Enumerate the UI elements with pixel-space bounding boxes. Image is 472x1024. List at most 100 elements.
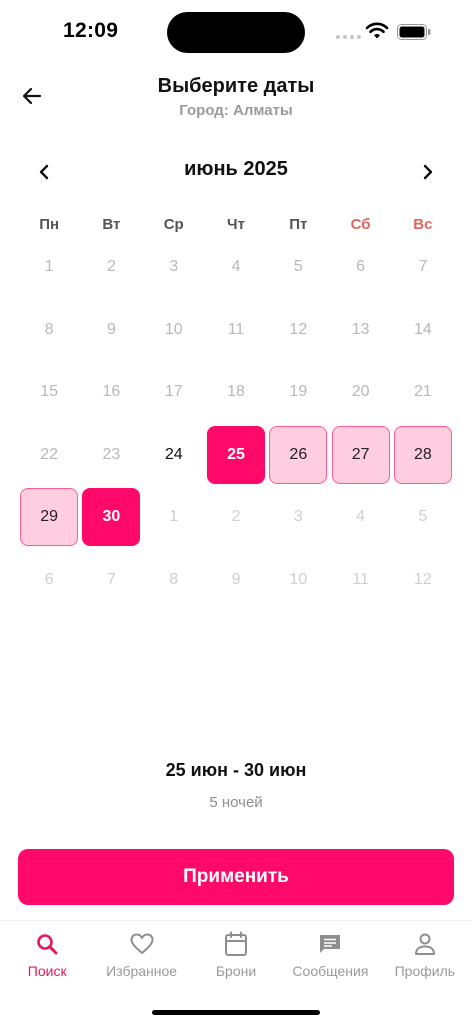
calendar-day-number: 10: [289, 570, 308, 588]
calendar-day: 9: [205, 549, 267, 612]
search-icon: [34, 931, 60, 957]
weekday-label: Вт: [102, 216, 121, 233]
weekday-label: Вс: [413, 216, 433, 233]
calendar-day-number: 25: [207, 425, 266, 484]
calendar-day-number: 3: [293, 508, 303, 526]
calendar-day: 7: [392, 236, 454, 299]
calendar-day-number: 28: [393, 425, 452, 484]
calendar-day[interactable]: 24: [143, 424, 205, 487]
calendar-day-number: 3: [169, 258, 179, 276]
tab-favorites[interactable]: Избранное: [94, 921, 188, 990]
calendar-icon: [223, 931, 249, 957]
calendar-day-number: 15: [40, 383, 59, 401]
calendar-day: 20: [329, 361, 391, 424]
tab-bookings[interactable]: Брони: [189, 921, 283, 990]
calendar-day: 23: [80, 424, 142, 487]
calendar-day-number: 21: [414, 383, 432, 401]
calendar-day: 11: [205, 299, 267, 362]
calendar-day: 19: [267, 361, 329, 424]
calendar-day: 14: [392, 299, 454, 362]
calendar-day-number: 26: [269, 425, 328, 484]
tab-profile[interactable]: Профиль: [378, 921, 472, 990]
calendar-day-number: 4: [231, 258, 241, 276]
calendar-day: 6: [18, 549, 80, 612]
calendar-day-number: 19: [289, 383, 308, 401]
calendar-day-number: 5: [418, 508, 428, 526]
apply-button[interactable]: Применить: [18, 849, 454, 905]
calendar-day-number: 2: [106, 258, 116, 276]
calendar-day: 9: [80, 299, 142, 362]
heart-icon: [129, 931, 155, 957]
calendar-day-number: 16: [102, 383, 121, 401]
weekday-label: Чт: [227, 216, 245, 233]
calendar-day[interactable]: 30: [80, 486, 142, 549]
calendar-day-number: 9: [106, 320, 116, 338]
selected-range: 25 июн - 30 июн: [165, 760, 307, 780]
calendar-day: 3: [143, 236, 205, 299]
calendar-day-number: 7: [106, 570, 116, 588]
calendar-day-number: 20: [351, 383, 370, 401]
calendar-day[interactable]: 25: [205, 424, 267, 487]
calendar-day: 17: [143, 361, 205, 424]
calendar-day-number: 12: [289, 320, 308, 338]
calendar-day: 15: [18, 361, 80, 424]
calendar-day-number: 5: [293, 258, 303, 276]
signal-icon: [336, 35, 361, 39]
calendar-day: 5: [392, 486, 454, 549]
calendar-day: 4: [205, 236, 267, 299]
status-bar: 12:09: [0, 0, 472, 60]
calendar-day-number: 8: [44, 320, 54, 338]
calendar-day-number: 23: [102, 445, 121, 463]
calendar-day-number: 30: [82, 488, 141, 547]
calendar-day-number: 11: [352, 570, 369, 588]
tab-search[interactable]: Поиск: [0, 921, 94, 990]
calendar-day-number: 8: [169, 570, 179, 588]
home-indicator: [152, 1010, 320, 1015]
calendar-day[interactable]: 28: [392, 424, 454, 487]
weekday-label: Пт: [289, 216, 308, 233]
calendar-day-number: 6: [356, 258, 366, 276]
calendar-day: 12: [267, 299, 329, 362]
calendar-day-number: 14: [414, 320, 432, 338]
page-subtitle: Город: Алматы: [179, 102, 293, 119]
tab-messages[interactable]: Сообщения: [283, 921, 377, 990]
next-month-button[interactable]: [416, 160, 440, 184]
calendar-day: 1: [143, 486, 205, 549]
person-icon: [412, 931, 438, 957]
weekday-label: Пн: [39, 216, 60, 233]
calendar-day: 21: [392, 361, 454, 424]
calendar-day: 18: [205, 361, 267, 424]
calendar-grid: 1 2 3 4 5 6 7 8 9 10 11 12 13 14 15 16 17 18 19 20 21 22 23 24 2…: [18, 236, 454, 611]
calendar-day[interactable]: 29: [18, 486, 80, 549]
battery-icon: [397, 24, 431, 40]
weekday-label: Ср: [163, 216, 184, 233]
month-title: июнь 2025: [184, 158, 288, 180]
calendar-day: 3: [267, 486, 329, 549]
calendar-day: 13: [329, 299, 391, 362]
calendar-day-number: 11: [227, 320, 245, 338]
weekday-label: Сб: [350, 216, 371, 233]
calendar-day-number: 2: [231, 508, 241, 526]
calendar-day: 5: [267, 236, 329, 299]
tab-label: Поиск: [27, 963, 67, 979]
status-time: 12:09: [63, 19, 119, 42]
tab-label: Сообщения: [292, 963, 369, 979]
tab-label: Брони: [215, 963, 257, 979]
calendar-day-number: 7: [418, 258, 428, 276]
tab-bar: Поиск Избранное Брони Сообщения Профиль: [0, 920, 472, 990]
wifi-icon: [365, 22, 389, 39]
calendar-day: 11: [329, 549, 391, 612]
calendar-day-number: 6: [44, 570, 54, 588]
nights-count: 5 ночей: [209, 794, 263, 811]
calendar-day[interactable]: 27: [329, 424, 391, 487]
calendar-day-number: 12: [414, 570, 432, 588]
calendar-day-number: 18: [227, 383, 245, 401]
tab-label: Профиль: [394, 963, 456, 979]
calendar-day[interactable]: 26: [267, 424, 329, 487]
calendar-day: 22: [18, 424, 80, 487]
calendar-day-number: 17: [164, 383, 183, 401]
tab-label: Избранное: [106, 963, 178, 979]
calendar-day-number: 4: [356, 508, 366, 526]
calendar-day-number: 24: [164, 445, 183, 463]
calendar-day: 12: [392, 549, 454, 612]
